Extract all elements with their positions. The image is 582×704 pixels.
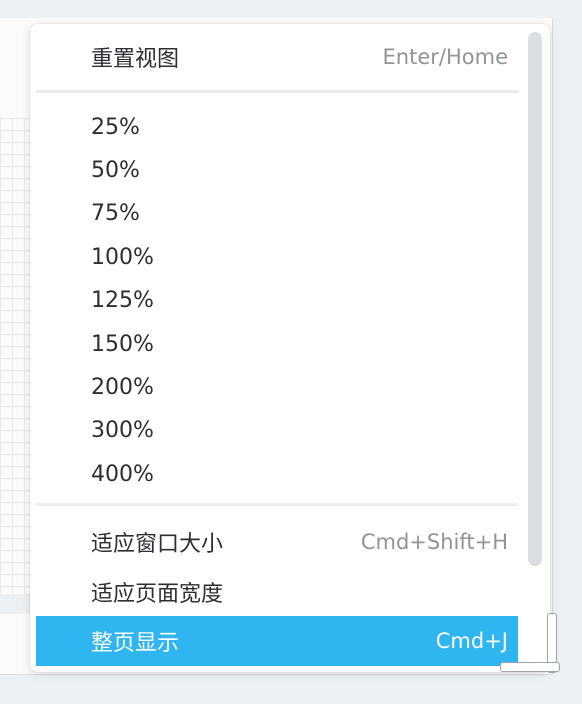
menu-item-label: 重置视图	[91, 47, 180, 72]
menu-item-label: 整页显示	[91, 631, 180, 656]
menu-item-shortcut: Cmd+Shift+H	[360, 530, 508, 554]
menu-scrollbar[interactable]	[528, 32, 542, 566]
menu-item-zoom-300[interactable]: 300%	[36, 408, 518, 452]
menu-item-zoom-50[interactable]: 50%	[36, 148, 518, 192]
zoom-context-menu: 重置视图 Enter/Home 25% 50% 75% 100% 125% 15…	[30, 24, 550, 672]
menu-item-label: 75%	[91, 200, 140, 226]
resize-handle-horizontal	[500, 662, 560, 672]
menu-item-fit-page[interactable]: 整页显示 Cmd+J	[36, 616, 518, 666]
menu-item-fit-window[interactable]: 适应窗口大小 Cmd+Shift+H	[36, 520, 518, 564]
menu-item-zoom-25[interactable]: 25%	[36, 105, 518, 149]
menu-item-zoom-100[interactable]: 100%	[36, 235, 518, 279]
menu-item-label: 适应页面宽度	[91, 582, 224, 607]
menu-separator	[36, 90, 518, 93]
menu-item-zoom-75[interactable]: 75%	[36, 191, 518, 235]
menu-item-zoom-200[interactable]: 200%	[36, 365, 518, 409]
menu-item-label: 150%	[91, 331, 154, 357]
menu-item-label: 50%	[91, 157, 140, 183]
menu-item-zoom-150[interactable]: 150%	[36, 322, 518, 366]
menu-item-zoom-400[interactable]: 400%	[36, 452, 518, 496]
menu-item-label: 适应窗口大小	[91, 532, 224, 557]
menu-item-label: 300%	[91, 417, 154, 443]
menu-separator	[36, 503, 518, 506]
menu-item-label: 25%	[91, 114, 140, 140]
menu-item-fit-width[interactable]: 适应页面宽度	[36, 570, 518, 614]
resize-handle[interactable]	[500, 613, 560, 673]
menu-item-shortcut: Cmd+J	[435, 629, 508, 653]
menu-item-zoom-125[interactable]: 125%	[36, 278, 518, 322]
menu-item-reset-view[interactable]: 重置视图 Enter/Home	[36, 35, 518, 79]
menu-item-label: 125%	[91, 287, 154, 313]
menu-item-label: 100%	[91, 244, 154, 270]
menu-item-label: 400%	[91, 461, 154, 487]
menu-item-label: 200%	[91, 374, 154, 400]
menu-item-shortcut: Enter/Home	[382, 45, 508, 69]
